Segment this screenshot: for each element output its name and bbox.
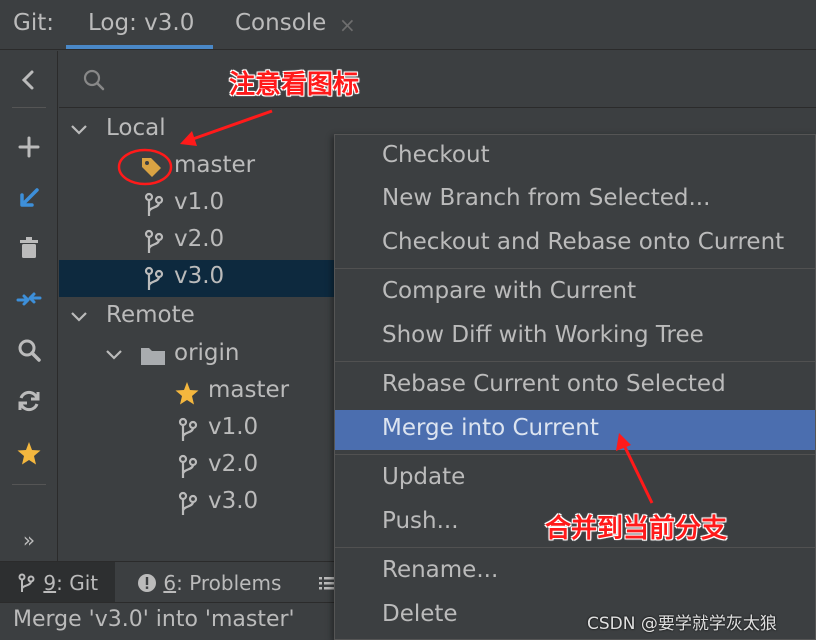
branch-label: master [208,377,290,403]
more-icon[interactable]: » [14,525,44,555]
checkout-icon[interactable] [14,183,44,213]
tab-console[interactable]: Console [235,10,326,36]
branch-label: master [174,152,256,178]
branch-icon [144,266,164,290]
branch-icon [144,229,164,253]
tree-node-label: origin [174,340,240,366]
menu-item-rename[interactable]: Rename... [335,552,815,592]
branch-label: v2.0 [208,451,259,477]
tool-tab-label: : Git [56,571,99,595]
branch-icon [178,417,198,441]
favorite-icon[interactable] [14,438,44,468]
branch-search-field[interactable] [59,51,816,108]
warning-icon [138,574,156,592]
back-icon[interactable] [14,65,44,95]
tree-node-label: Local [106,115,166,141]
toolbar-separator [12,107,46,108]
todo-icon[interactable] [318,562,334,603]
tool-window-header: Git: Log: v3.0 Console × [0,0,816,50]
tool-window-title: Git: [13,10,54,36]
tool-tab-number: 9 [43,571,57,595]
menu-item-update[interactable]: Update [335,459,815,499]
menu-item-new-branch[interactable]: New Branch from Selected... [335,180,815,220]
tab-log[interactable]: Log: v3.0 [88,10,194,36]
branch-icon [18,573,35,592]
menu-item-compare[interactable]: Compare with Current [335,273,815,313]
status-bar: Merge 'v3.0' into 'master' [0,602,334,640]
branch-icon [178,454,198,478]
watermark: CSDN @要学就学灰太狼 [587,614,777,634]
branch-label: v2.0 [174,226,225,252]
local-branch-v3-selected[interactable]: v3.0 [59,260,335,297]
menu-separator [335,268,815,269]
search-icon [83,69,105,91]
menu-item-rebase[interactable]: Rebase Current onto Selected [335,366,815,406]
tool-tab-git[interactable]: 9: Git [0,562,115,603]
chevron-down-icon[interactable] [69,120,89,140]
menu-separator [335,454,815,455]
branch-context-menu: Checkout New Branch from Selected... Che… [334,134,816,640]
chevron-down-icon[interactable] [69,307,89,327]
add-icon[interactable] [14,132,44,162]
chevron-down-icon[interactable] [104,345,124,365]
annotation-merge-note: 合并到当前分支 [545,514,728,544]
menu-item-checkout-rebase[interactable]: Checkout and Rebase onto Current [335,224,815,264]
branch-label: v1.0 [208,414,259,440]
search-icon[interactable] [14,335,44,365]
branch-label: v3.0 [208,488,259,514]
menu-item-checkout[interactable]: Checkout [335,137,815,177]
branch-label: v1.0 [174,189,225,215]
menu-separator [335,361,815,362]
menu-item-merge-into-current[interactable]: Merge into Current [335,410,815,450]
tool-window-bar: 9: Git 6: Problems [0,561,334,603]
toolbar-separator [12,484,46,485]
annotation-icon-note: 注意看图标 [229,70,360,100]
tag-icon [142,158,161,177]
branch-icon [178,491,198,515]
refresh-icon[interactable] [14,386,44,416]
close-icon[interactable]: × [339,13,356,37]
menu-item-show-diff[interactable]: Show Diff with Working Tree [335,317,815,357]
tree-node-label: Remote [106,302,195,328]
branch-icon [144,192,164,216]
branches-toolbar: » [0,51,58,561]
status-text: Merge 'v3.0' into 'master' [13,607,295,632]
folder-icon [141,348,165,365]
tool-tab-problems[interactable]: 6: Problems [137,562,297,603]
compare-icon[interactable] [14,284,44,314]
branch-label: v3.0 [174,263,225,289]
active-tab-indicator [66,45,213,49]
menu-separator [335,547,815,548]
tool-tab-number: 6 [163,571,177,595]
delete-icon[interactable] [14,233,44,263]
star-icon [175,382,199,405]
tool-tab-label: : Problems [176,571,282,595]
